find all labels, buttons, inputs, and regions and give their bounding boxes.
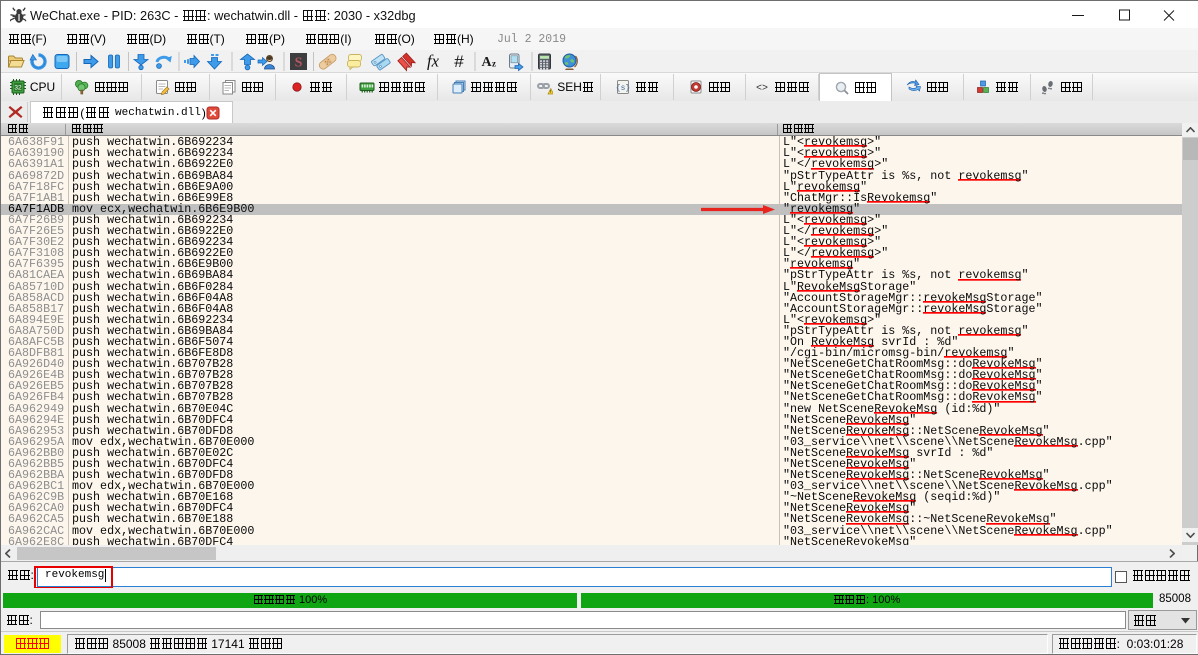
svg-text:{s}: {s} xyxy=(616,84,630,93)
svg-text:32: 32 xyxy=(14,85,22,92)
svg-text:S: S xyxy=(295,56,303,71)
svg-text:A: A xyxy=(481,55,492,70)
svg-text:z: z xyxy=(492,59,496,69)
svg-text:<>: <> xyxy=(756,84,768,95)
svg-text:#: # xyxy=(454,52,464,71)
svg-text:!: ! xyxy=(550,89,551,94)
svg-text:fx: fx xyxy=(427,52,440,71)
